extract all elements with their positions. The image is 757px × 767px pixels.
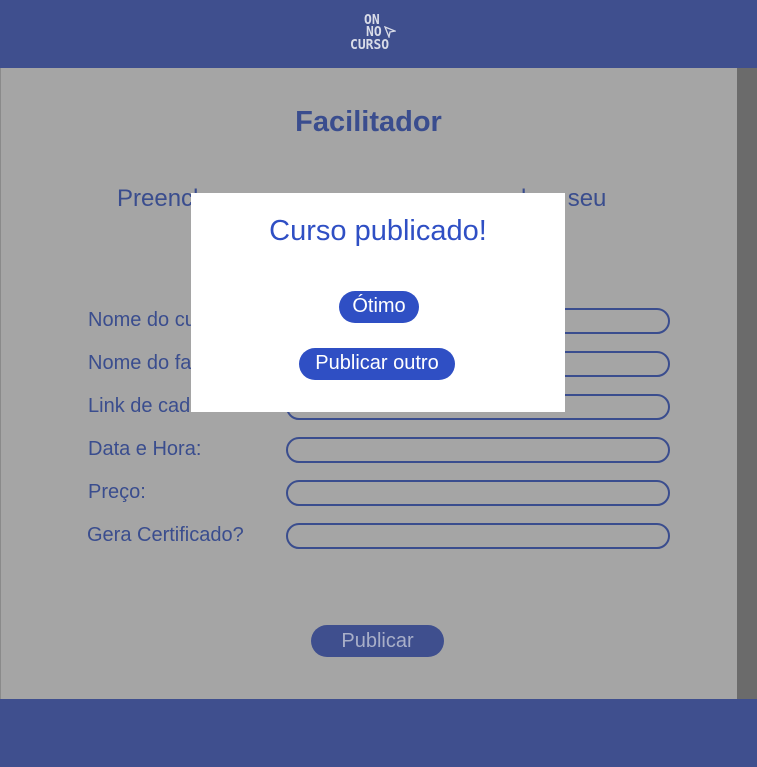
success-modal: Curso publicado! Ótimo Publicar outro: [191, 193, 565, 412]
app-header: ON NO CURSO: [0, 0, 757, 68]
certificate-input[interactable]: [286, 523, 670, 549]
page-title: Facilitador: [295, 106, 442, 138]
label-certificate: Gera Certificado?: [87, 524, 244, 546]
label-price: Preço:: [88, 481, 146, 503]
ok-button[interactable]: Ótimo: [339, 291, 419, 323]
label-date-time: Data e Hora:: [88, 438, 202, 460]
price-input[interactable]: [286, 480, 670, 506]
label-course-name: Nome do cu: [88, 309, 196, 331]
publish-another-button[interactable]: Publicar outro: [299, 348, 455, 380]
date-time-input[interactable]: [286, 437, 670, 463]
onnocurso-logo[interactable]: ON NO CURSO: [348, 14, 408, 57]
app-footer: [0, 699, 757, 767]
logo-line-3: CURSO: [350, 38, 390, 53]
publish-button[interactable]: Publicar: [311, 625, 444, 657]
label-registration-link: Link de cad: [88, 395, 191, 417]
scrollbar[interactable]: [737, 68, 757, 699]
cursor-arrow-icon: [384, 26, 396, 38]
label-facilitator-name: Nome do fa: [88, 352, 192, 374]
modal-title: Curso publicado!: [269, 215, 487, 247]
